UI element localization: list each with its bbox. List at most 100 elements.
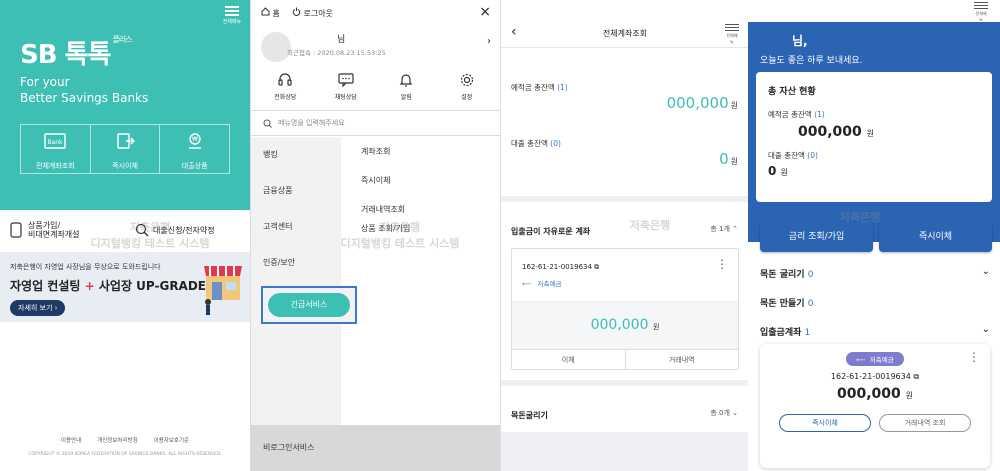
row-count: 1	[804, 328, 811, 338]
home-link[interactable]: 홈	[261, 7, 280, 19]
row-checking-accounts[interactable]: 입출금계좌 1 ⌄	[760, 324, 990, 338]
logo-text: 톡톡	[64, 40, 112, 70]
deposit-amount-value: 000,000	[798, 124, 862, 140]
sub-account-inquiry[interactable]: 계좌조회	[361, 146, 410, 157]
banner-plus: +	[84, 279, 95, 293]
all-menu-button[interactable]: 전체메뉴	[222, 6, 242, 25]
menu-search-input[interactable]: 메뉴명을 입력해주세요	[251, 110, 500, 136]
account-kind: ⟵ 저축예금	[522, 278, 728, 288]
arrow-left-icon: ⟵	[522, 280, 532, 288]
account-open-link[interactable]: 상품가입/ 비대면계좌개설	[10, 221, 135, 239]
instant-transfer-button[interactable]: 즉시이체	[879, 222, 992, 252]
loan-label-text: 대출 총잔액	[511, 139, 548, 148]
account-number: 162-61-21-0019634 ⧉	[760, 372, 990, 382]
chevron-down-icon: ⌄	[732, 409, 738, 417]
account-number-text: 162-61-21-0019634	[830, 372, 911, 381]
row-lump-sum-save[interactable]: 목돈 만들기 0	[760, 296, 990, 309]
user-name: 님	[337, 35, 346, 45]
logout-label: 로그아웃	[303, 9, 333, 18]
won-unit: 원	[905, 391, 913, 400]
all-menu-button[interactable]: 전체메뉴	[974, 2, 988, 23]
account-number-text: 162-61-21-0019634	[522, 263, 592, 271]
sub-product-join[interactable]: 상품 조회/가입	[361, 223, 410, 234]
menu-label: 전체메뉴	[726, 33, 738, 44]
won-unit: 원	[866, 129, 875, 138]
settings-button[interactable]: 설정	[442, 72, 492, 101]
nav-products[interactable]: 금융상품	[251, 173, 341, 209]
deposit-total-amount: 000,000 원	[798, 124, 980, 140]
quick-label: 대출상품	[181, 162, 208, 170]
storefront-icon	[204, 266, 242, 315]
history-button[interactable]: 거래내역	[626, 350, 739, 369]
balance-value: 000,000	[836, 386, 901, 402]
loan-apply-link[interactable]: 대출신청/전자약정	[135, 223, 215, 237]
nav-banking[interactable]: 뱅킹	[251, 137, 341, 173]
non-login-service-button[interactable]: 비로그인서비스	[251, 425, 500, 471]
count-text: 총 1개	[710, 225, 730, 233]
lump-sum-count[interactable]: 총 0개 ⌄	[710, 408, 738, 418]
banner-more-label: 자세히 보기	[18, 304, 53, 312]
rate-inquiry-button[interactable]: 금리 조회/가입	[760, 222, 873, 252]
row-count: 0	[807, 299, 814, 309]
more-options-icon[interactable]: ⋮	[968, 350, 980, 364]
quick-label: 전체계좌조회	[36, 162, 75, 170]
loan-amount-value: 0	[768, 164, 777, 178]
row-count: 0	[807, 270, 814, 280]
notification-button[interactable]: 알림	[381, 72, 431, 101]
nav-security[interactable]: 인증/보안	[251, 245, 341, 281]
nav-customer-center[interactable]: 고객센터	[251, 209, 341, 245]
quick-transfer-button[interactable]: 즉시이체	[91, 125, 161, 173]
last-login: 최근접속 : 2020.08.23 15:53:25	[287, 49, 386, 57]
headset-icon	[278, 73, 292, 86]
won-unit: 원	[780, 168, 788, 177]
greeting: 님, 오늘도 좋은 하루 보내세요.	[760, 32, 863, 66]
footer-link-protection[interactable]: 이용자보호기준	[154, 436, 189, 444]
banner-more-button[interactable]: 자세히 보기 ›	[10, 300, 66, 316]
copy-icon[interactable]: ⧉	[594, 263, 599, 271]
sub-transaction-history[interactable]: 거래내역조회	[361, 204, 410, 215]
home-label: 홈	[272, 9, 280, 18]
close-icon[interactable]: ×	[479, 4, 491, 20]
consulting-banner[interactable]: 저축은행이 자영업 사장님을 무상으로 도와드립니다 자영업 컨설팅 + 사업장…	[0, 252, 250, 322]
chat-icon	[338, 73, 354, 88]
footer-link-guide[interactable]: 이용안내	[61, 436, 81, 444]
logout-link[interactable]: 로그아웃	[292, 7, 333, 19]
side-menu-panel: 홈 로그아웃 × 님 최근접속 : 2020.08.23 15:53:25 › …	[250, 0, 500, 471]
copy-icon[interactable]: ⧉	[913, 372, 919, 381]
row-lump-sum-invest[interactable]: 목돈 굴리기 0 ⌄	[760, 266, 990, 280]
section-divider	[501, 380, 748, 386]
quick-loan-button[interactable]: ₩ 대출상품	[160, 125, 229, 173]
footer-link-privacy[interactable]: 개인정보처리방침	[97, 436, 137, 444]
shortcut-row: 상품가입/ 비대면계좌개설 대출신청/전자약정	[0, 212, 250, 248]
phone-consult-button[interactable]: 전화상담	[260, 72, 310, 101]
icon-label: 설정	[461, 94, 473, 101]
urgent-service-button[interactable]: 긴급서비스	[268, 293, 350, 317]
loan-total-label: 대출 총잔액 (0)	[768, 150, 980, 161]
banner-title-a: 자영업 컨설팅	[10, 279, 81, 293]
free-account-count[interactable]: 총 1개 ⌃	[710, 224, 738, 234]
svg-text:Bank: Bank	[48, 139, 64, 146]
deposit-count: (1)	[557, 83, 568, 92]
sub-instant-transfer[interactable]: 즉시이체	[361, 175, 410, 186]
tagline-line-2: Better Savings Banks	[20, 91, 149, 105]
profile-row[interactable]: 님 최근접속 : 2020.08.23 15:53:25 ›	[261, 30, 491, 66]
loan-total-amount: 0 원	[768, 164, 980, 178]
asset-summary-card: 총 자산 현황 예적금 총잔액 (1) 000,000 원 대출 총잔액 (0)…	[756, 72, 992, 202]
search-placeholder: 메뉴명을 입력해주세요	[278, 119, 345, 127]
row-label: 입출금계좌	[760, 328, 802, 338]
sub-menu: 계좌조회 즉시이체 거래내역조회 상품 조회/가입	[361, 146, 410, 252]
instant-transfer-button[interactable]: 즉시이체	[779, 414, 871, 432]
bottom-filler	[501, 432, 748, 471]
all-menu-button[interactable]: 전체메뉴	[725, 24, 739, 45]
hamburger-icon	[225, 6, 239, 16]
deposit-count: (1)	[814, 110, 825, 119]
lump-sum-section-title: 목돈굴리기	[511, 411, 548, 420]
user-name: 님,	[792, 34, 808, 48]
transfer-button[interactable]: 이체	[512, 350, 626, 369]
row-label: 목돈 만들기	[760, 299, 805, 309]
quick-all-accounts-button[interactable]: Bank 전체계좌조회	[21, 125, 91, 173]
history-button[interactable]: 거래내역 조회	[879, 414, 971, 432]
more-options-icon[interactable]: ⋮	[716, 257, 728, 271]
chat-consult-button[interactable]: 채팅상담	[321, 72, 371, 101]
loan-label-text: 대출 총잔액	[768, 151, 805, 160]
